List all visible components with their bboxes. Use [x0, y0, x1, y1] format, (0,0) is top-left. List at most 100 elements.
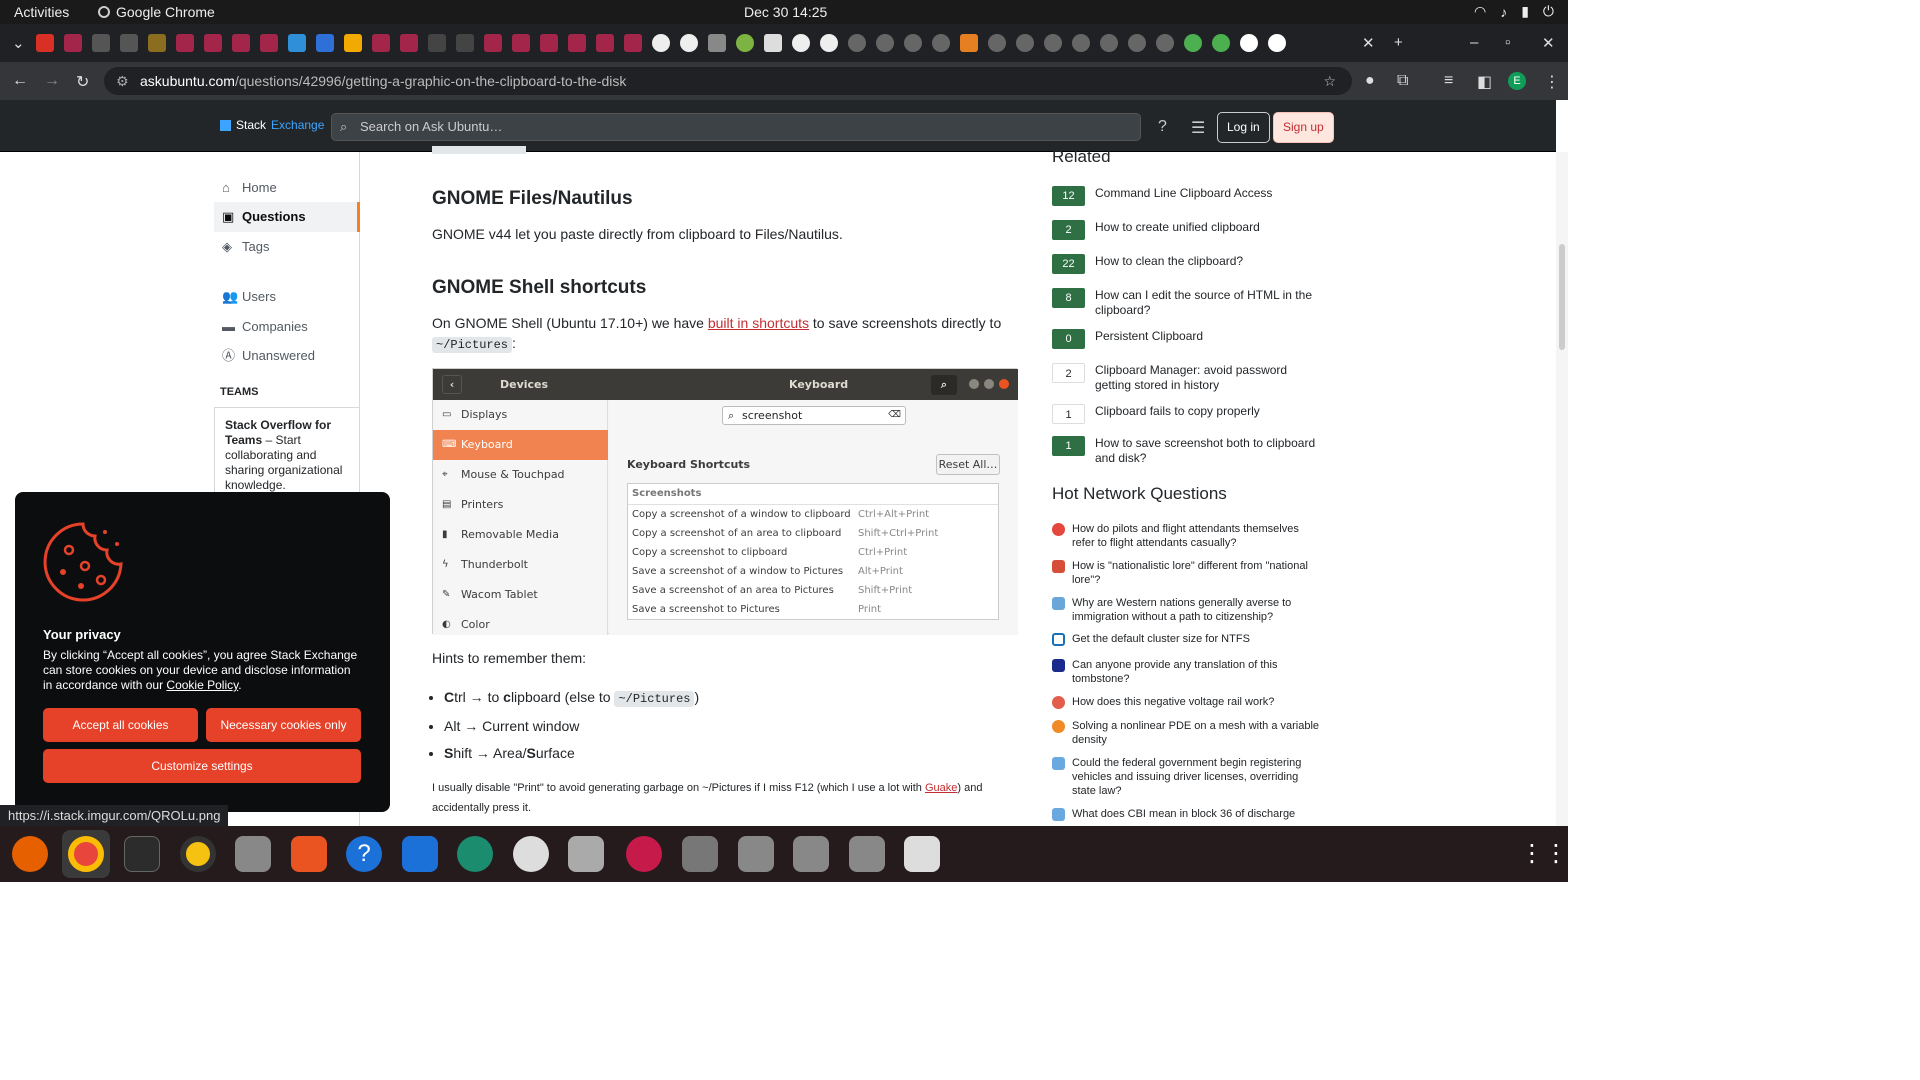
- tab-site[interactable]: [400, 34, 418, 52]
- tab-site[interactable]: [1100, 34, 1118, 52]
- tab-site[interactable]: [848, 34, 866, 52]
- login-button[interactable]: Log in: [1217, 112, 1270, 143]
- tab-site[interactable]: [232, 34, 250, 52]
- tab-site[interactable]: [764, 34, 782, 52]
- related-link[interactable]: How to save screenshot both to clipboard…: [1095, 436, 1323, 466]
- tab-site[interactable]: [596, 34, 614, 52]
- related-link[interactable]: How to create unified clipboard: [1095, 220, 1323, 235]
- hot-question-link[interactable]: Could the federal government begin regis…: [1072, 756, 1322, 798]
- nav-home[interactable]: ⌂ Home: [214, 173, 360, 203]
- show-apps-icon[interactable]: ⋮⋮: [1520, 836, 1568, 872]
- media-icon[interactable]: ≡: [1444, 72, 1453, 90]
- tab-site[interactable]: [960, 34, 978, 52]
- keyboard-settings-screenshot[interactable]: ‹ Devices Keyboard ⌕ ▭ Displays ⌨ Keyboard…: [432, 368, 1018, 635]
- tab-site[interactable]: [288, 34, 306, 52]
- tab-site[interactable]: [708, 34, 726, 52]
- tab-site[interactable]: [540, 34, 558, 52]
- raspberry-pi-icon[interactable]: [626, 836, 662, 872]
- built-in-shortcuts-link[interactable]: built in shortcuts: [708, 315, 809, 331]
- accept-all-cookies-button[interactable]: Accept all cookies: [43, 708, 198, 742]
- tab-site[interactable]: [344, 34, 362, 52]
- hot-question-link[interactable]: Get the default cluster size for NTFS: [1072, 632, 1322, 646]
- tab-site[interactable]: [1184, 34, 1202, 52]
- help-icon[interactable]: ?: [346, 836, 382, 872]
- tab-google-active[interactable]: [1268, 34, 1286, 52]
- side-panel-icon[interactable]: ◧: [1477, 72, 1492, 92]
- tab-site[interactable]: [1212, 34, 1230, 52]
- close-tab-icon[interactable]: ✕: [1362, 34, 1375, 52]
- site-info-icon[interactable]: ⚙: [116, 67, 129, 95]
- tab-site[interactable]: [1044, 34, 1062, 52]
- tab-site[interactable]: [624, 34, 642, 52]
- hot-question-link[interactable]: How does this negative voltage rail work…: [1072, 695, 1322, 709]
- tab-site[interactable]: [1072, 34, 1090, 52]
- tab-github[interactable]: [820, 34, 838, 52]
- scrollbar-thumb[interactable]: [1559, 244, 1565, 350]
- stackexchange-logo[interactable]: Stack Exchange: [220, 118, 324, 132]
- tab-site[interactable]: [1016, 34, 1034, 52]
- tab-search-icon[interactable]: ⌄: [12, 34, 25, 52]
- tab-site[interactable]: [484, 34, 502, 52]
- server-icon[interactable]: [682, 836, 718, 872]
- firefox-icon[interactable]: [12, 836, 48, 872]
- tab-google[interactable]: [1240, 34, 1258, 52]
- necessary-cookies-button[interactable]: Necessary cookies only: [206, 708, 361, 742]
- app-menu[interactable]: Google Chrome: [98, 4, 215, 20]
- hot-question[interactable]: What does CBI mean in block 36 of discha…: [1052, 807, 1322, 821]
- customize-settings-button[interactable]: Customize settings: [43, 749, 361, 783]
- terminal-icon[interactable]: [124, 836, 160, 872]
- activities-button[interactable]: Activities: [14, 4, 69, 20]
- address-bar[interactable]: ⚙ askubuntu.com/questions/42996/getting-…: [104, 67, 1352, 95]
- tab-site[interactable]: [1128, 34, 1146, 52]
- tab-gmail[interactable]: [36, 34, 54, 52]
- tab-github[interactable]: [792, 34, 810, 52]
- hot-question-link[interactable]: Solving a nonlinear PDE on a mesh with a…: [1072, 719, 1322, 747]
- teams-promo[interactable]: Stack Overflow for Teams – Start collabo…: [214, 407, 360, 497]
- new-tab-icon[interactable]: +: [1394, 34, 1403, 51]
- related-link[interactable]: Command Line Clipboard Access: [1095, 186, 1323, 201]
- drive-icon[interactable]: [568, 836, 604, 872]
- rhythmbox-icon[interactable]: [180, 836, 216, 872]
- related-link[interactable]: Clipboard Manager: avoid password gettin…: [1095, 363, 1323, 393]
- nav-questions[interactable]: ▣ Questions: [214, 202, 360, 232]
- tab-github[interactable]: [652, 34, 670, 52]
- hot-question-link[interactable]: How is "nationalistic lore" different fr…: [1072, 559, 1322, 587]
- hot-question-link[interactable]: What does CBI mean in block 36 of discha…: [1072, 807, 1322, 821]
- tab-github[interactable]: [680, 34, 698, 52]
- hot-question-link[interactable]: Why are Western nations generally averse…: [1072, 596, 1322, 624]
- forward-icon[interactable]: →: [44, 72, 60, 90]
- system-tray[interactable]: ◠ ♪ ▮ ⏻: [1474, 3, 1554, 20]
- nav-companies[interactable]: ▬ Companies: [214, 312, 360, 342]
- tab-site[interactable]: [176, 34, 194, 52]
- minimize-icon[interactable]: –: [1470, 34, 1478, 51]
- ssd-icon[interactable]: [793, 836, 829, 872]
- tab-site[interactable]: [876, 34, 894, 52]
- writer-icon[interactable]: [402, 836, 438, 872]
- chrome-icon[interactable]: [68, 836, 104, 872]
- extensions-puzzle-icon[interactable]: ⧉: [1397, 72, 1408, 90]
- tab-site[interactable]: [148, 34, 166, 52]
- extension-icon[interactable]: ●: [1365, 72, 1375, 90]
- maximize-icon[interactable]: ▫: [1505, 34, 1510, 51]
- trash-icon[interactable]: [904, 836, 940, 872]
- tab-site[interactable]: [204, 34, 222, 52]
- tab-site[interactable]: [932, 34, 950, 52]
- cookie-policy-link[interactable]: Cookie Policy: [166, 678, 238, 692]
- files-icon[interactable]: [235, 836, 271, 872]
- help-icon[interactable]: ?: [1158, 118, 1167, 136]
- close-window-icon[interactable]: ✕: [1542, 34, 1555, 52]
- hot-question-link[interactable]: How do pilots and flight attendants them…: [1072, 522, 1322, 550]
- ssd-icon[interactable]: [849, 836, 885, 872]
- tab-site[interactable]: [120, 34, 138, 52]
- related-link[interactable]: How to clean the clipboard?: [1095, 254, 1323, 269]
- tab-site[interactable]: [512, 34, 530, 52]
- nav-users[interactable]: 👥 Users: [214, 282, 360, 312]
- clock[interactable]: Dec 30 14:25: [744, 4, 827, 20]
- hot-question-link[interactable]: Can anyone provide any translation of th…: [1072, 658, 1322, 686]
- nav-tags[interactable]: ◈ Tags: [214, 232, 360, 262]
- site-search-input[interactable]: ⌕ Search on Ask Ubuntu…: [331, 113, 1141, 141]
- signup-button[interactable]: Sign up: [1273, 112, 1334, 143]
- tab-site[interactable]: [736, 34, 754, 52]
- software-icon[interactable]: [291, 836, 327, 872]
- reload-icon[interactable]: ↻: [76, 72, 89, 92]
